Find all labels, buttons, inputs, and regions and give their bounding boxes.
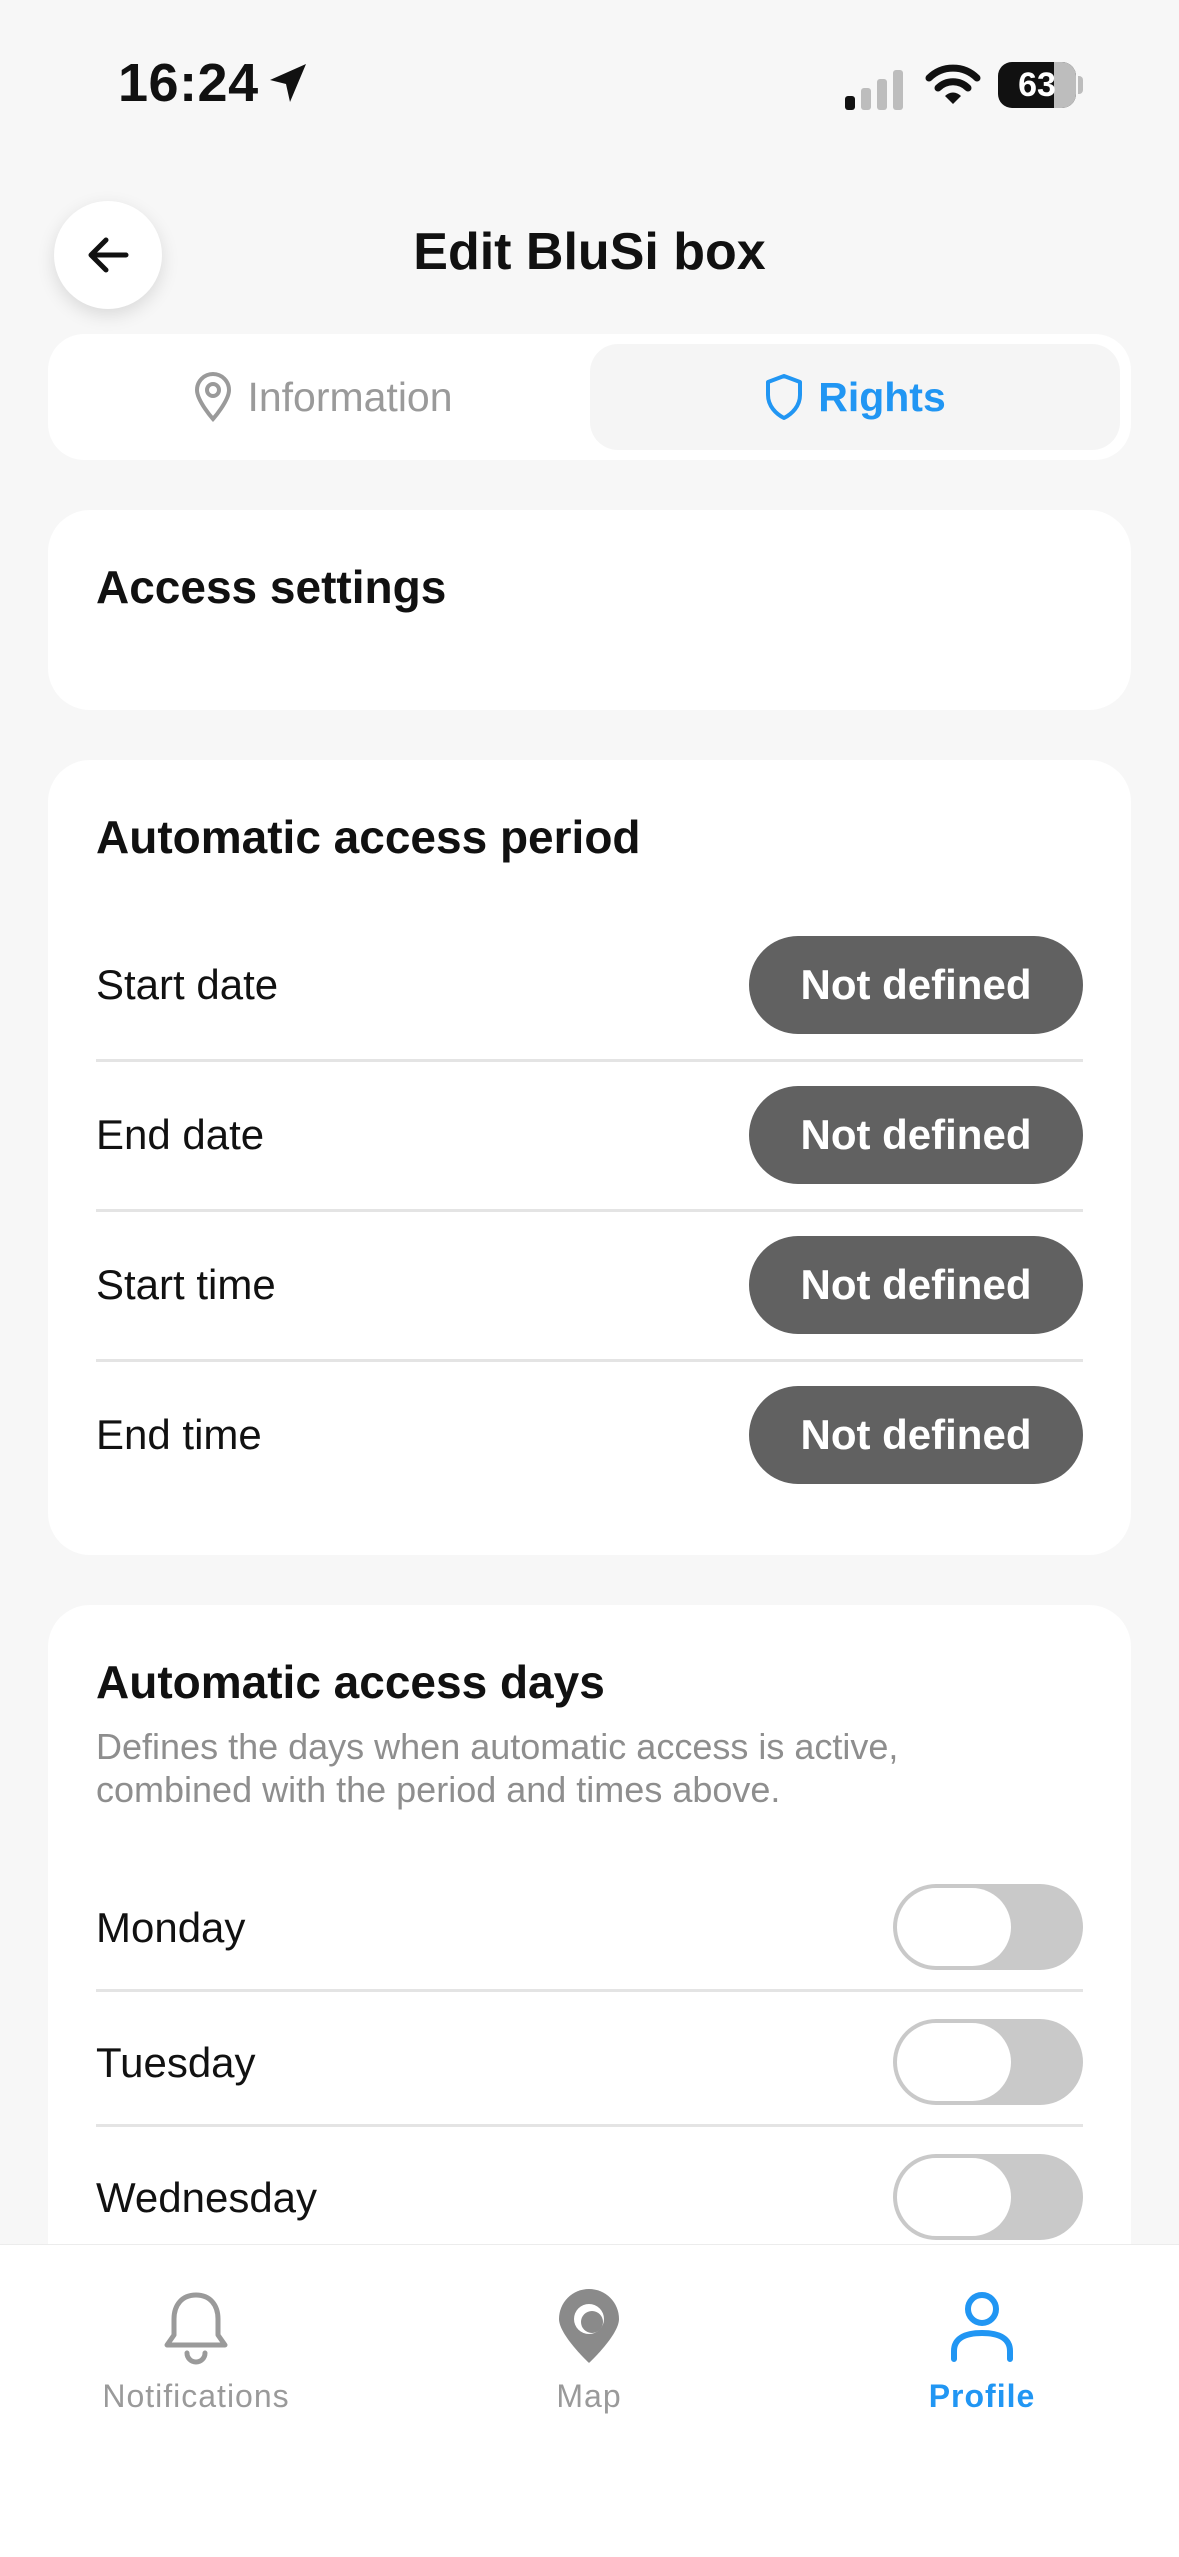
- monday-label: Monday: [96, 1904, 246, 1951]
- nav-notifications-label: Notifications: [102, 2378, 290, 2414]
- battery-tip: [1078, 76, 1083, 94]
- end-date-row: End date Not defined: [96, 1060, 1083, 1210]
- access-days-card: Automatic access days Defines the days w…: [48, 1605, 1131, 2325]
- tab-rights-label: Rights: [818, 373, 946, 420]
- cellular-signal-icon: [845, 70, 903, 110]
- start-date-button[interactable]: Not defined: [749, 936, 1083, 1034]
- nav-profile[interactable]: Profile: [862, 2289, 1102, 2415]
- tuesday-toggle[interactable]: [893, 2019, 1083, 2105]
- map-pin-outline-icon: [195, 372, 232, 423]
- access-days-title: Automatic access days: [96, 1656, 605, 1708]
- location-arrow-icon: [270, 64, 306, 102]
- nav-map-label: Map: [556, 2378, 622, 2414]
- start-date-row: Start date Not defined: [96, 910, 1083, 1060]
- access-days-description: Defines the days when automatic access i…: [96, 1726, 899, 1810]
- bottom-nav: Notifications Map Profile: [0, 2244, 1179, 2557]
- access-period-title: Automatic access period: [96, 811, 641, 863]
- battery-level: 63: [1018, 66, 1056, 104]
- tuesday-label: Tuesday: [96, 2039, 256, 2086]
- end-date-button[interactable]: Not defined: [749, 1086, 1083, 1184]
- end-time-row: End time Not defined: [96, 1360, 1083, 1510]
- tab-information-label: Information: [247, 373, 453, 420]
- toggle-knob: [897, 2158, 1011, 2236]
- start-time-row: Start time Not defined: [96, 1210, 1083, 1360]
- nav-profile-label: Profile: [928, 2378, 1036, 2414]
- toggle-knob: [897, 2023, 1011, 2101]
- tuesday-row: Tuesday: [96, 1995, 1083, 2130]
- access-settings-card: Access settings: [48, 510, 1131, 710]
- nav-notifications[interactable]: Notifications: [76, 2289, 316, 2415]
- tab-rights[interactable]: Rights: [590, 344, 1120, 450]
- end-time-button[interactable]: Not defined: [749, 1386, 1083, 1484]
- start-time-label: Start time: [96, 1261, 276, 1308]
- wifi-icon: [925, 64, 981, 104]
- profile-icon: [951, 2292, 1013, 2362]
- shield-icon: [766, 374, 803, 420]
- battery-icon: 63: [998, 62, 1076, 108]
- tab-information[interactable]: Information: [58, 344, 588, 450]
- start-time-button[interactable]: Not defined: [749, 1236, 1083, 1334]
- start-date-label: Start date: [96, 961, 279, 1008]
- monday-toggle[interactable]: [893, 1884, 1083, 1970]
- divider: [96, 2124, 1083, 2127]
- access-period-card: Automatic access period Start date Not d…: [48, 760, 1131, 1555]
- divider: [96, 1989, 1083, 1992]
- nav-map[interactable]: Map: [469, 2289, 709, 2415]
- toggle-knob: [897, 1888, 1011, 1966]
- end-date-label: End date: [96, 1111, 265, 1158]
- monday-row: Monday: [96, 1860, 1083, 1995]
- tab-bar: Information Rights: [48, 334, 1131, 460]
- page-title: Edit BluSi box: [413, 223, 766, 281]
- wednesday-toggle[interactable]: [893, 2154, 1083, 2240]
- bell-icon: [164, 2292, 228, 2365]
- end-time-label: End time: [96, 1411, 262, 1458]
- map-pin-icon: [559, 2289, 619, 2363]
- status-time: 16:24: [118, 53, 259, 113]
- access-settings-title: Access settings: [96, 561, 447, 613]
